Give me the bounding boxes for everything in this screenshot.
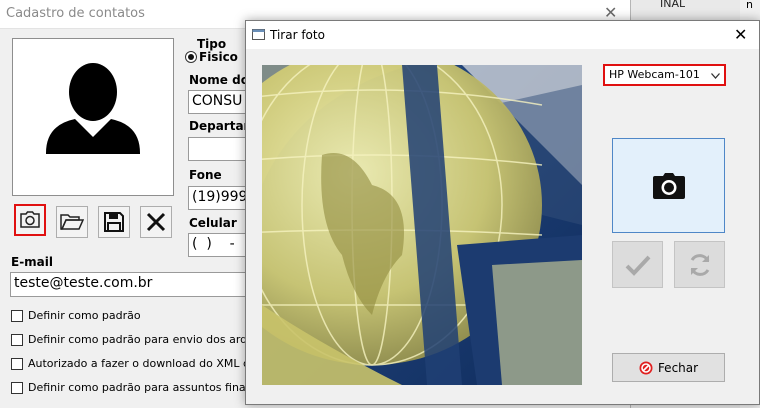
- refresh-icon: [690, 253, 709, 276]
- folder-open-icon: [60, 214, 84, 230]
- camera-preview: [262, 65, 582, 385]
- checkmark-icon: [625, 255, 650, 276]
- camera-icon: [20, 211, 40, 228]
- email-field[interactable]: teste@teste.com.br: [10, 272, 250, 297]
- background-text-fragment: INAL: [660, 0, 686, 10]
- close-button-label: Fechar: [657, 360, 699, 375]
- tipo-option-label: Fisico: [199, 50, 238, 64]
- take-photo-button[interactable]: [14, 204, 46, 236]
- tipo-label: Tipo: [197, 37, 227, 51]
- checkbox-financial[interactable]: [11, 382, 23, 394]
- tipo-radio[interactable]: [185, 51, 197, 63]
- x-delete-icon: [146, 212, 166, 232]
- dropdown-arrow-icon: [711, 73, 720, 79]
- dialog-titlebar: Tirar foto ✕: [246, 21, 759, 49]
- retake-photo-button[interactable]: [674, 241, 725, 288]
- floppy-save-icon: [104, 212, 124, 232]
- fone-field[interactable]: (19)9990: [188, 186, 248, 210]
- camera-feed-image: [262, 65, 582, 385]
- nome-field[interactable]: CONSU: [188, 90, 248, 114]
- contact-photo: [12, 38, 174, 196]
- dialog-title: Tirar foto: [270, 28, 325, 42]
- stop-icon: [639, 361, 653, 374]
- window-icon: [252, 29, 265, 40]
- celular-label: Celular: [189, 216, 237, 230]
- remove-photo-button[interactable]: [140, 206, 172, 238]
- open-photo-button[interactable]: [56, 206, 88, 238]
- checkbox-files-label: Definir como padrão para envio dos arqui…: [28, 333, 246, 346]
- checkbox-financial-label: Definir como padrão para assuntos financ…: [28, 381, 246, 394]
- contacts-window-title: Cadastro de contatos: [6, 6, 145, 21]
- radio-dot: [188, 54, 194, 60]
- user-silhouette-icon: [46, 63, 140, 154]
- departamento-field[interactable]: [188, 137, 248, 161]
- checkbox-files[interactable]: [11, 334, 23, 346]
- celular-field[interactable]: ( ) -: [188, 233, 248, 257]
- capture-button[interactable]: [612, 138, 725, 233]
- checkbox-default-label: Definir como padrão: [28, 309, 141, 322]
- take-photo-dialog: Tirar foto ✕ HP Webcam-101 Fechar: [245, 20, 760, 405]
- webcam-select-value: HP Webcam-101: [609, 68, 700, 81]
- camera-icon: [652, 172, 685, 199]
- checkbox-xml-label: Autorizado a fazer o download do XML da …: [28, 357, 246, 370]
- dialog-close-icon[interactable]: ✕: [734, 25, 747, 44]
- webcam-select[interactable]: HP Webcam-101: [603, 64, 726, 86]
- confirm-photo-button[interactable]: [612, 241, 663, 288]
- email-label: E-mail: [11, 255, 54, 269]
- fone-label: Fone: [189, 168, 222, 182]
- close-button[interactable]: Fechar: [612, 353, 725, 382]
- checkbox-default[interactable]: [11, 310, 23, 322]
- save-photo-button[interactable]: [98, 206, 130, 238]
- right-edge-fragment: n: [746, 0, 753, 11]
- checkbox-xml[interactable]: [11, 358, 23, 370]
